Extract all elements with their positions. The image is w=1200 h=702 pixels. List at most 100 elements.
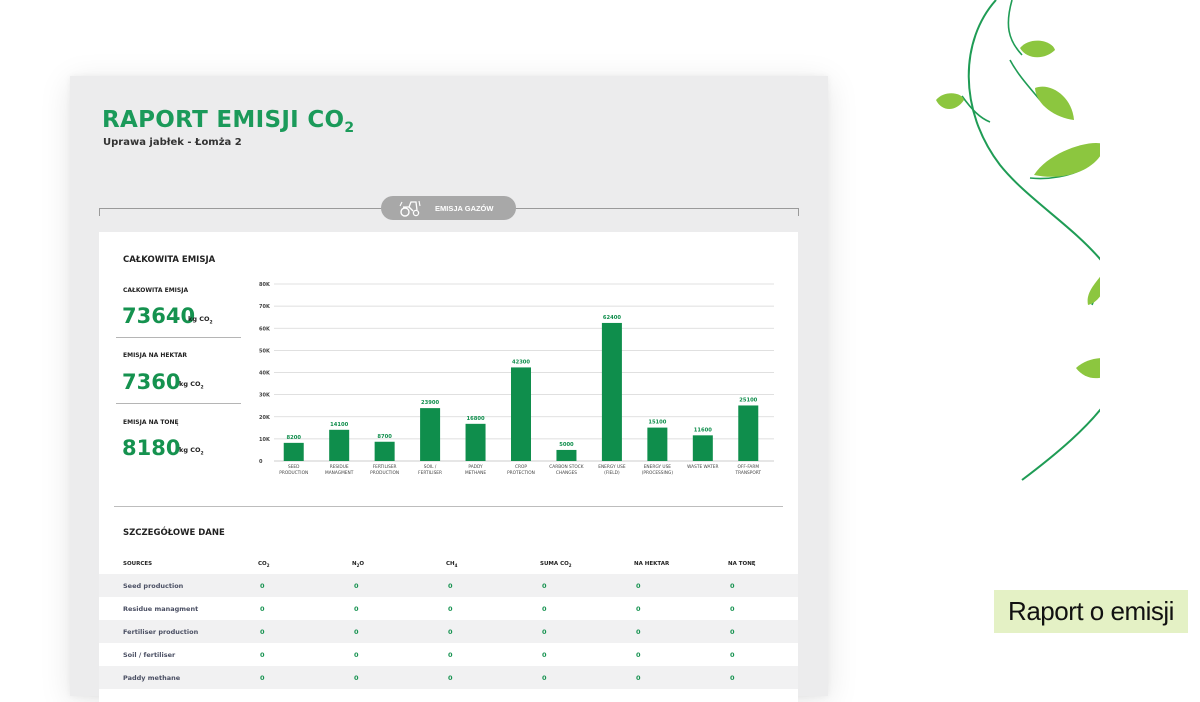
leaf-icon [1020,40,1055,58]
x-tick-label: RESIDUE [330,464,349,470]
value-cell: 0 [730,605,735,613]
report-title: RAPORT EMISJI CO2 [102,107,355,136]
stat-label: CAŁKOWITA EMISJA [123,287,189,294]
stat-value-hektar: 7360 [122,370,181,394]
x-tick-label: PADDY [468,464,483,470]
value-cell: 0 [260,651,265,659]
bar [647,427,668,461]
x-tick-label: OFF-FARM [737,464,759,470]
x-tick-label: CROP [515,464,527,470]
data-label: 5000 [559,442,574,448]
bar [329,429,350,461]
value-cell: 0 [542,674,547,682]
section-separator [114,506,783,507]
value-cell: 0 [636,628,641,636]
value-cell: 0 [542,582,547,590]
value-cell: 0 [636,674,641,682]
y-tick-label: 20K [259,415,271,421]
bar [692,435,713,461]
data-label: 14100 [330,422,348,428]
bar [374,441,395,461]
bar [465,423,486,461]
value-cell: 0 [542,605,547,613]
stat-label: EMISJA NA TONĘ [123,419,179,426]
x-tick-label: FERTILISER [418,470,442,476]
x-tick-label: MANAGMENT [325,470,354,476]
source-cell: Soil / fertiliser [123,651,176,659]
x-tick-label: ENERGY USE [644,464,672,470]
y-tick-label: 70K [259,304,271,310]
column-header: NA HEKTAR [634,561,670,567]
value-cell: 0 [260,582,265,590]
data-label: 8700 [377,434,392,440]
stat-unit: kg CO2 [179,380,204,391]
value-cell: 0 [542,651,547,659]
table-row: Residue managment 0 0 0 0 0 0 [99,597,798,620]
table-row: Soil / fertiliser 0 0 0 0 0 0 [99,643,798,666]
bar [511,367,531,461]
caption-label: Raport o emisji [994,590,1188,633]
stat-unit: kg CO2 [179,446,204,457]
value-cell: 0 [448,651,453,659]
stat-separator [116,403,241,404]
leaf-icon [1034,143,1100,177]
x-tick-label: (FIELD) [604,470,620,476]
value-cell: 0 [448,674,453,682]
stat-label: EMISJA NA HEKTAR [123,352,188,359]
value-cell: 0 [636,605,641,613]
data-label: 25100 [739,397,757,403]
tab-emisja-gazow[interactable]: EMISJA GAZÓW [381,196,516,220]
value-cell: 0 [636,582,641,590]
leaf-icon [1087,276,1100,305]
divider-tick [798,208,799,216]
value-cell: 0 [730,674,735,682]
divider-tick [99,208,100,216]
column-header: CO2 [258,561,270,569]
vine-illustration [936,0,1100,481]
x-tick-label: PROTECTION [507,470,535,476]
x-tick-label: SEED [288,464,300,470]
stat-value-total: 73640 [122,304,196,328]
value-cell: 0 [260,674,265,682]
value-cell: 0 [636,651,641,659]
table-row: Paddy methane 0 0 0 0 0 0 [99,666,798,689]
value-cell: 0 [448,628,453,636]
column-header: SOURCES [123,561,153,567]
bar [556,449,577,461]
value-cell: 0 [354,582,359,590]
x-tick-label: (PROCESSING) [642,470,674,476]
bar [601,322,622,461]
value-cell: 0 [260,628,265,636]
x-tick-label: CARBON STOCK [549,464,583,470]
leaf-icon [1035,86,1074,120]
y-tick-label: 40K [259,371,271,377]
data-label: 11600 [694,427,712,433]
x-tick-label: PRODUCTION [279,470,308,476]
source-cell: Residue managment [123,605,199,613]
data-label: 8200 [287,435,302,441]
emission-bar-chart: 010K20K30K40K50K60K70K80K8200SEEDPRODUCT… [259,282,774,476]
value-cell: 0 [354,651,359,659]
y-tick-label: 10K [259,437,271,443]
x-tick-label: WASTE WATER [687,464,718,470]
value-cell: 0 [354,605,359,613]
data-label: 42300 [512,359,530,365]
y-tick-label: 30K [259,393,271,399]
source-cell: Paddy methane [123,674,181,682]
value-cell: 0 [730,651,735,659]
y-tick-label: 0 [259,459,263,465]
table-row: Fertiliser production 0 0 0 0 0 0 [99,620,798,643]
y-tick-label: 50K [259,348,271,354]
value-cell: 0 [448,605,453,613]
x-tick-label: METHANE [465,470,486,476]
bar [420,408,441,461]
bar [738,405,759,461]
value-cell: 0 [730,582,735,590]
x-tick-label: SOIL / [424,464,437,470]
stat-separator [116,337,241,338]
x-tick-label: TRANSPORT [734,470,761,476]
source-cell: Seed production [123,582,184,590]
x-tick-label: FERTILISER [373,464,397,470]
tractor-icon [399,200,421,217]
value-cell: 0 [730,628,735,636]
